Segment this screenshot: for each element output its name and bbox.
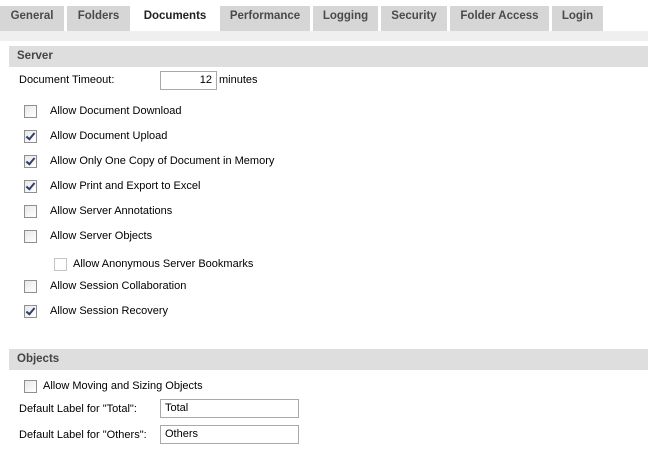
tab-bar: General Folders Documents Performance Lo…	[0, 0, 648, 31]
allow-print-export-label: Allow Print and Export to Excel	[50, 180, 201, 192]
allow-session-recovery-label: Allow Session Recovery	[50, 305, 168, 317]
allow-session-collaboration-label: Allow Session Collaboration	[50, 280, 187, 292]
default-others-input[interactable]: Others	[160, 425, 299, 444]
tab-general[interactable]: General	[0, 6, 64, 31]
tab-folder-access[interactable]: Folder Access	[450, 6, 549, 31]
allow-one-copy-label: Allow Only One Copy of Document in Memor…	[50, 155, 275, 167]
allow-moving-sizing-label: Allow Moving and Sizing Objects	[43, 380, 203, 392]
default-others-label: Default Label for "Others":	[19, 429, 147, 441]
allow-anonymous-bookmarks-label: Allow Anonymous Server Bookmarks	[73, 258, 254, 270]
server-section-header: Server	[9, 46, 648, 67]
allow-session-collaboration-row[interactable]: Allow Session Collaboration	[24, 278, 186, 294]
allow-print-export-row[interactable]: Allow Print and Export to Excel	[24, 178, 200, 194]
tab-performance[interactable]: Performance	[220, 6, 310, 31]
allow-server-objects-label: Allow Server Objects	[50, 230, 153, 242]
tab-security[interactable]: Security	[381, 6, 447, 31]
allow-server-objects-checkbox[interactable]	[24, 229, 37, 243]
allow-document-upload-checkbox[interactable]	[24, 129, 37, 143]
allow-session-collaboration-checkbox[interactable]	[24, 279, 37, 293]
allow-one-copy-row[interactable]: Allow Only One Copy of Document in Memor…	[24, 153, 274, 169]
allow-print-export-checkbox[interactable]	[24, 179, 37, 193]
default-total-input[interactable]: Total	[160, 399, 299, 418]
tab-login[interactable]: Login	[552, 6, 603, 31]
allow-document-upload-label: Allow Document Upload	[50, 130, 168, 142]
objects-section-header: Objects	[9, 349, 648, 370]
allow-server-objects-row[interactable]: Allow Server Objects	[24, 228, 152, 244]
allow-document-download-label: Allow Document Download	[50, 105, 182, 117]
allow-one-copy-checkbox[interactable]	[24, 154, 37, 168]
allow-server-annotations-checkbox[interactable]	[24, 204, 37, 218]
allow-session-recovery-checkbox[interactable]	[24, 304, 37, 318]
allow-document-download-row[interactable]: Allow Document Download	[24, 103, 181, 119]
allow-document-upload-row[interactable]: Allow Document Upload	[24, 128, 167, 144]
document-timeout-input[interactable]: 12	[160, 71, 217, 90]
allow-anonymous-bookmarks-row[interactable]: Allow Anonymous Server Bookmarks	[54, 256, 253, 272]
allow-moving-sizing-checkbox[interactable]	[24, 379, 37, 393]
document-timeout-label: Document Timeout:	[19, 74, 115, 86]
tab-content-top-strip	[0, 31, 648, 41]
allow-server-annotations-row[interactable]: Allow Server Annotations	[24, 203, 172, 219]
allow-server-annotations-label: Allow Server Annotations	[50, 205, 173, 217]
document-timeout-unit: minutes	[219, 74, 258, 86]
tab-documents[interactable]: Documents	[133, 4, 217, 31]
tab-folders[interactable]: Folders	[67, 6, 130, 31]
default-total-label: Default Label for "Total":	[19, 403, 137, 415]
allow-document-download-checkbox[interactable]	[24, 104, 37, 118]
allow-anonymous-bookmarks-checkbox[interactable]	[54, 257, 67, 271]
tab-logging[interactable]: Logging	[313, 6, 378, 31]
allow-moving-sizing-row[interactable]: Allow Moving and Sizing Objects	[24, 378, 203, 394]
allow-session-recovery-row[interactable]: Allow Session Recovery	[24, 303, 168, 319]
